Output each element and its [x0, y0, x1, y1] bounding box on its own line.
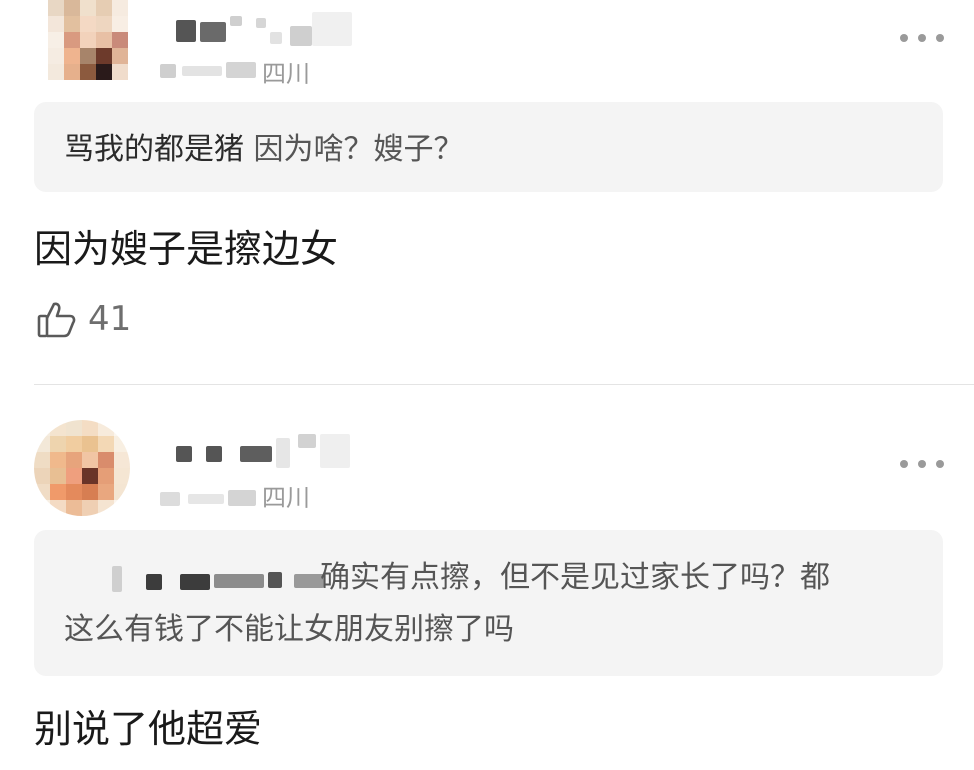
comment-location: 四川 — [262, 484, 310, 512]
like-button[interactable]: 41 — [36, 298, 131, 340]
divider — [34, 384, 974, 385]
avatar[interactable] — [48, 0, 144, 96]
avatar[interactable] — [34, 420, 130, 516]
username[interactable] — [160, 432, 360, 472]
comment-meta — [160, 484, 270, 510]
comment-text: 别说了他超爱 — [34, 707, 263, 751]
username[interactable] — [160, 12, 360, 52]
more-icon — [900, 34, 908, 42]
quote-author[interactable]: 骂我的都是猪 — [64, 132, 244, 167]
more-icon — [900, 460, 908, 468]
quote-text: 因为啥？嫂子？ — [253, 132, 464, 167]
quote-author[interactable] — [64, 552, 334, 604]
comment-meta — [160, 58, 270, 82]
like-count: 41 — [88, 299, 132, 339]
more-options-button[interactable] — [900, 454, 944, 474]
comment-text: 因为嫂子是擦边女 — [34, 227, 339, 271]
quoted-reply[interactable]: 确实有点擦，但不是见过家长了吗？都 这么有钱了不能让女朋友别擦了吗 — [34, 530, 943, 676]
quote-text: 确实有点擦，但不是见过家长了吗？都 — [320, 560, 830, 595]
quote-text-continued: 这么有钱了不能让女朋友别擦了吗 — [64, 612, 514, 647]
comment-location: 四川 — [262, 60, 310, 88]
thumbs-up-icon — [37, 302, 76, 338]
quoted-reply[interactable]: 骂我的都是猪 因为啥？嫂子？ — [34, 102, 943, 192]
more-options-button[interactable] — [900, 28, 944, 48]
